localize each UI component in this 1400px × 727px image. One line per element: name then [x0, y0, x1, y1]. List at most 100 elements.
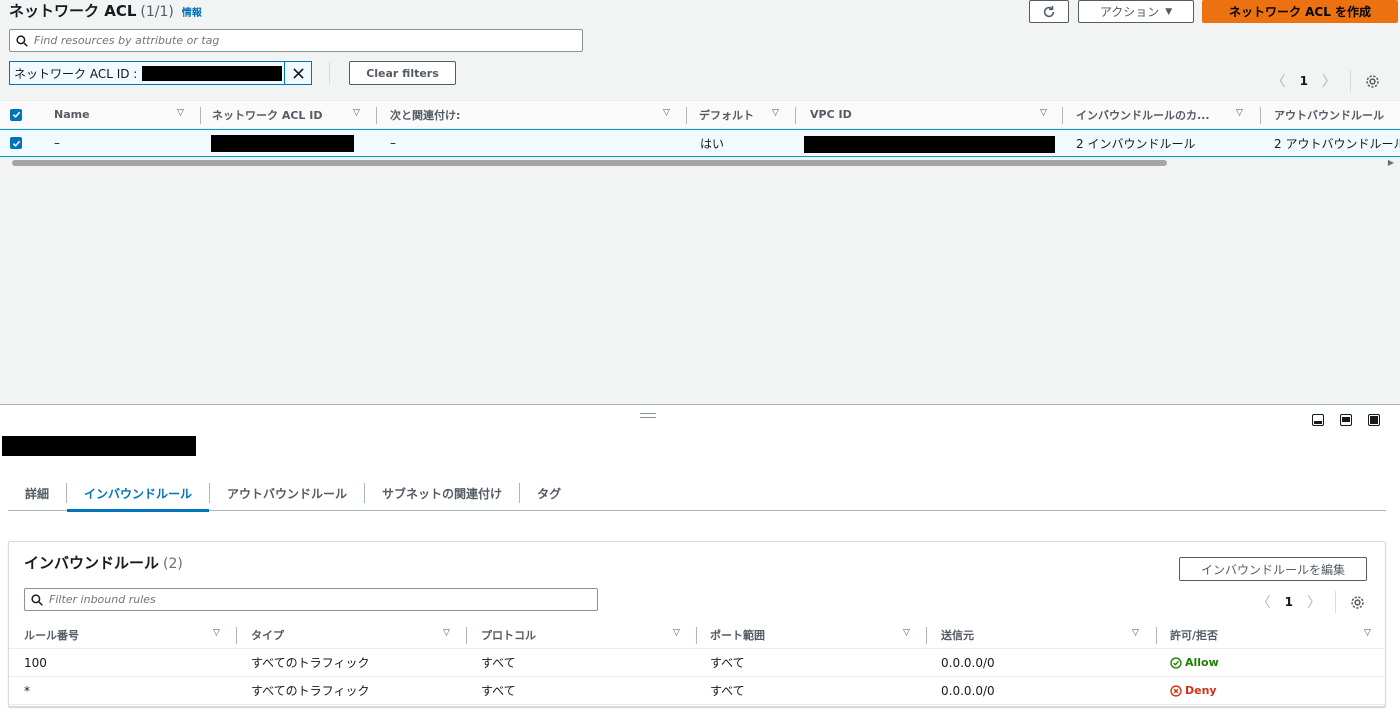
layout-half-icon[interactable]	[1340, 414, 1352, 426]
inbound-rules-title: インバウンドルール	[24, 554, 160, 572]
cell-allow-deny: Allow	[1170, 649, 1219, 676]
close-icon	[292, 67, 304, 79]
search-icon	[31, 593, 43, 606]
sort-icon[interactable]: ▽	[1132, 628, 1139, 638]
tab-inbound-rules[interactable]: インバウンドルール	[67, 476, 210, 512]
clear-filters-button[interactable]: Clear filters	[349, 61, 456, 85]
cell-rule-number: 100	[24, 655, 47, 670]
col-separator	[466, 627, 467, 644]
cell-protocol: すべて	[481, 684, 516, 698]
remove-filter-button[interactable]	[285, 61, 312, 85]
scrollbar-thumb[interactable]	[12, 160, 1167, 166]
tab-tags[interactable]: タグ	[520, 476, 578, 511]
tab-details[interactable]: 詳細	[8, 476, 66, 511]
sort-icon[interactable]: ▽	[1364, 628, 1371, 638]
col-separator	[376, 107, 377, 124]
cell-port-range: すべて	[710, 656, 745, 670]
search-icon	[16, 34, 28, 47]
sort-icon[interactable]: ▽	[663, 108, 670, 118]
next-page-icon[interactable]: 〉	[1307, 592, 1321, 612]
col-rule-number[interactable]: ルール番号	[24, 621, 79, 648]
col-acl-id[interactable]: ネットワーク ACL ID	[212, 101, 322, 128]
cell-source: 0.0.0.0/0	[941, 683, 995, 698]
cell-name: –	[54, 136, 60, 150]
col-type[interactable]: タイプ	[251, 621, 284, 648]
row-checkbox-cell[interactable]	[10, 130, 22, 156]
layout-bottom-icon[interactable]	[1312, 414, 1324, 426]
cell-associated: –	[390, 136, 396, 150]
pager-divider	[1350, 70, 1351, 92]
sort-icon[interactable]: ▽	[353, 108, 360, 118]
caret-down-icon: ▼	[1165, 6, 1173, 17]
check-icon	[12, 111, 20, 118]
next-page-icon[interactable]: 〉	[1322, 71, 1336, 91]
col-separator	[1062, 107, 1063, 124]
sort-icon[interactable]: ▽	[772, 108, 779, 118]
check-circle-icon	[1170, 656, 1182, 669]
tab-outbound-rules[interactable]: アウトバウンドルール	[210, 476, 364, 511]
page-number[interactable]: 1	[1285, 595, 1293, 609]
info-link[interactable]: 情報	[182, 4, 202, 19]
sort-icon[interactable]: ▽	[903, 628, 910, 638]
page-number[interactable]: 1	[1300, 74, 1308, 88]
cell-type: すべてのトラフィック	[251, 656, 370, 670]
sort-icon[interactable]: ▽	[443, 628, 450, 638]
row-checkbox[interactable]	[10, 137, 22, 149]
horizontal-scrollbar[interactable]: ▶	[0, 158, 1400, 168]
col-source[interactable]: 送信元	[941, 621, 974, 648]
sort-icon[interactable]: ▽	[673, 628, 680, 638]
col-vpc-id[interactable]: VPC ID	[810, 101, 852, 128]
table-row[interactable]: – – はい 2 インバウンドルール 2 アウトバウンドルール	[0, 129, 1400, 157]
col-name[interactable]: Name	[54, 101, 90, 128]
col-outbound-rules[interactable]: アウトバウンドルール	[1274, 101, 1400, 128]
inbound-pagination: 〈 1 〉	[1257, 591, 1365, 613]
page-header: ネットワーク ACL (1/1) 情報	[9, 0, 202, 22]
col-separator	[236, 627, 237, 644]
status-allow-label: Allow	[1185, 656, 1219, 669]
pagination: 〈 1 〉	[1272, 70, 1380, 92]
tab-subnet-associations[interactable]: サブネットの関連付け	[365, 476, 519, 511]
select-all-checkbox[interactable]	[10, 108, 22, 121]
cell-port-range: すべて	[710, 684, 745, 698]
redacted-acl-id	[142, 66, 282, 81]
inbound-rules-search-box[interactable]	[24, 588, 598, 611]
settings-gear-icon[interactable]	[1350, 595, 1365, 610]
sort-icon[interactable]: ▽	[1236, 108, 1243, 118]
prev-page-icon[interactable]: 〈	[1272, 71, 1286, 91]
col-separator	[795, 107, 796, 124]
inbound-rules-filter-input[interactable]	[49, 593, 569, 606]
cell-allow-deny: Deny	[1170, 677, 1217, 704]
layout-full-icon[interactable]	[1368, 414, 1380, 426]
prev-page-icon[interactable]: 〈	[1257, 592, 1271, 612]
sort-icon[interactable]: ▽	[1040, 108, 1047, 118]
settings-gear-icon[interactable]	[1365, 74, 1380, 89]
cell-rule-number: *	[24, 683, 30, 698]
edit-inbound-rules-button[interactable]: インバウンドルールを編集	[1179, 557, 1367, 581]
split-panel-resize-handle[interactable]	[640, 413, 656, 418]
cell-outbound: 2 アウトバウンドルール	[1274, 136, 1400, 151]
col-default[interactable]: デフォルト	[699, 101, 754, 128]
col-separator	[686, 107, 687, 124]
col-protocol[interactable]: プロトコル	[481, 621, 536, 648]
search-input[interactable]	[34, 34, 554, 47]
inbound-rules-header: インバウンドルール (2)	[24, 552, 183, 573]
sort-icon[interactable]: ▽	[213, 628, 220, 638]
actions-dropdown-button[interactable]: アクション ▼	[1078, 0, 1194, 23]
col-associated[interactable]: 次と関連付け:	[390, 101, 460, 128]
redacted-acl-id	[211, 135, 354, 152]
col-inbound-rules[interactable]: インバウンドルールのカ...	[1076, 101, 1210, 128]
scroll-right-icon[interactable]: ▶	[1388, 158, 1394, 167]
filter-token-label[interactable]: ネットワーク ACL ID :	[9, 61, 285, 85]
refresh-button[interactable]	[1029, 0, 1069, 23]
sort-icon[interactable]: ▽	[177, 108, 184, 118]
status-allow: Allow	[1170, 656, 1219, 669]
select-all-checkbox-cell[interactable]	[10, 101, 22, 128]
resource-search-box[interactable]	[9, 29, 583, 52]
col-allow-deny[interactable]: 許可/拒否	[1170, 621, 1218, 648]
col-separator	[926, 627, 927, 644]
inbound-rules-table-header: ルール番号 ▽ タイプ ▽ プロトコル ▽ ポート範囲 ▽ 送信元 ▽ 許可/拒…	[9, 621, 1385, 649]
col-port-range[interactable]: ポート範囲	[710, 621, 765, 648]
create-network-acl-button[interactable]: ネットワーク ACL を作成	[1202, 0, 1398, 23]
redacted-detail-title	[2, 436, 196, 456]
inbound-rules-container: インバウンドルール (2) インバウンドルールを編集 〈 1 〉 ルール番号 ▽…	[8, 541, 1386, 707]
